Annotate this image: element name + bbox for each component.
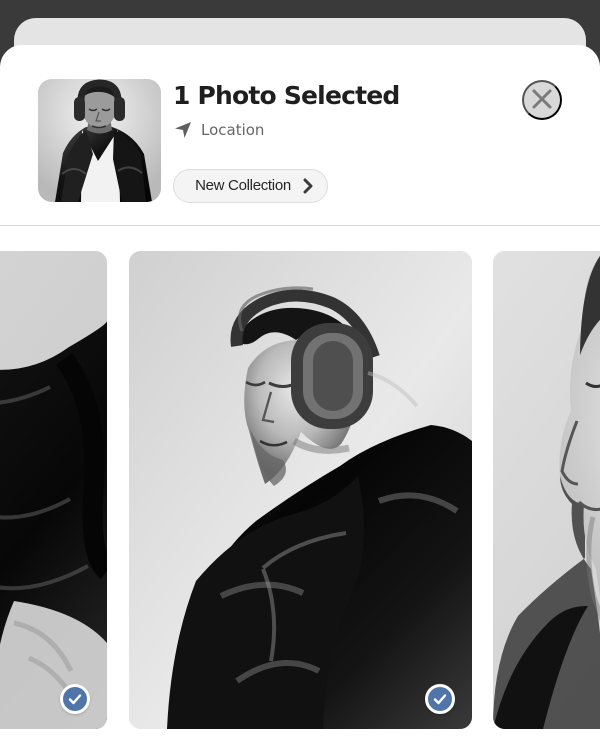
new-collection-button[interactable]: New Collection: [173, 169, 328, 203]
close-button[interactable]: [522, 80, 562, 120]
selection-header: 1 Photo Selected Location New Collection: [0, 45, 600, 226]
photo-card-left[interactable]: [0, 251, 107, 729]
close-icon: [530, 87, 554, 114]
photo-carousel[interactable]: [0, 251, 600, 731]
selection-sheet: 1 Photo Selected Location New Collection: [0, 45, 600, 750]
new-collection-label: New Collection: [195, 177, 291, 194]
chevron-right-icon: [302, 178, 314, 194]
selected-photo-thumbnail[interactable]: [38, 79, 161, 202]
selection-title: 1 Photo Selected: [173, 81, 400, 110]
check-icon: [432, 691, 448, 707]
location-label: Location: [201, 121, 265, 139]
location-arrow-icon: [173, 120, 193, 140]
selected-check-center[interactable]: [425, 684, 455, 714]
photo-card-right[interactable]: [493, 251, 600, 729]
check-icon: [67, 691, 83, 707]
selected-check-left[interactable]: [60, 684, 90, 714]
photo-selection-screen: 1 Photo Selected Location New Collection: [0, 0, 600, 750]
photo-card-center[interactable]: [129, 251, 472, 729]
location-row[interactable]: Location: [173, 119, 264, 141]
